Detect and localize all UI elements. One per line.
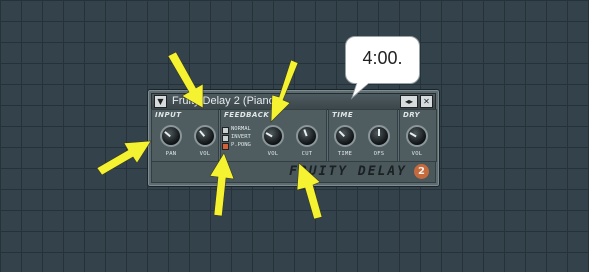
dry-vol-knob[interactable] <box>406 125 428 147</box>
brand-bar: FRUITY DELAY 2 <box>151 161 436 183</box>
input-pan-label: PAN <box>165 151 177 157</box>
feedback-vol-label: VOL <box>267 151 279 157</box>
mode-invert-checkbox[interactable] <box>222 135 229 142</box>
arrow-icon <box>96 140 152 176</box>
feedback-vol-knob[interactable] <box>262 125 284 147</box>
input-vol-knob[interactable] <box>194 125 216 147</box>
brand-number-badge: 2 <box>414 164 429 179</box>
feedback-cut-knob[interactable] <box>296 125 318 147</box>
feedback-section-label: FEEDBACK <box>224 111 270 119</box>
input-section-label: INPUT <box>155 111 182 119</box>
time-ofs-label: OFS <box>373 151 385 157</box>
mode-ppong-checkbox[interactable] <box>222 143 229 150</box>
menu-triangle-icon[interactable]: ▼ <box>154 95 167 108</box>
dry-section-label: DRY <box>403 111 421 119</box>
nav-arrows-icon[interactable]: ◂▸ <box>400 95 418 108</box>
mode-normal-label: NORMAL <box>231 126 251 132</box>
input-vol-label: VOL <box>199 151 211 157</box>
time-time-knob[interactable] <box>334 125 356 147</box>
dry-vol-label: VOL <box>411 151 423 157</box>
fruity-delay-plugin-window: ▼ Fruity Delay 2 (Piano) ◂▸ ✕ INPUT FEED… <box>147 89 440 187</box>
mode-invert-label: INVERT <box>231 134 251 140</box>
brand-text: FRUITY DELAY <box>289 164 407 179</box>
time-ofs-knob[interactable] <box>368 125 390 147</box>
close-icon[interactable]: ✕ <box>420 95 433 108</box>
callout-bubble: 4:00. <box>345 36 420 84</box>
mode-normal-checkbox[interactable] <box>222 127 229 134</box>
plugin-title: Fruity Delay 2 (Piano) <box>172 95 279 107</box>
callout-text: 4:00. <box>362 48 403 68</box>
time-section-label: TIME <box>332 111 354 119</box>
input-pan-knob[interactable] <box>160 125 182 147</box>
plugin-title-bar[interactable]: ▼ Fruity Delay 2 (Piano) ◂▸ ✕ <box>151 93 436 110</box>
feedback-cut-label: CUT <box>301 151 313 157</box>
time-time-label: TIME <box>337 151 353 157</box>
mode-ppong-label: P.PONG <box>231 142 251 148</box>
